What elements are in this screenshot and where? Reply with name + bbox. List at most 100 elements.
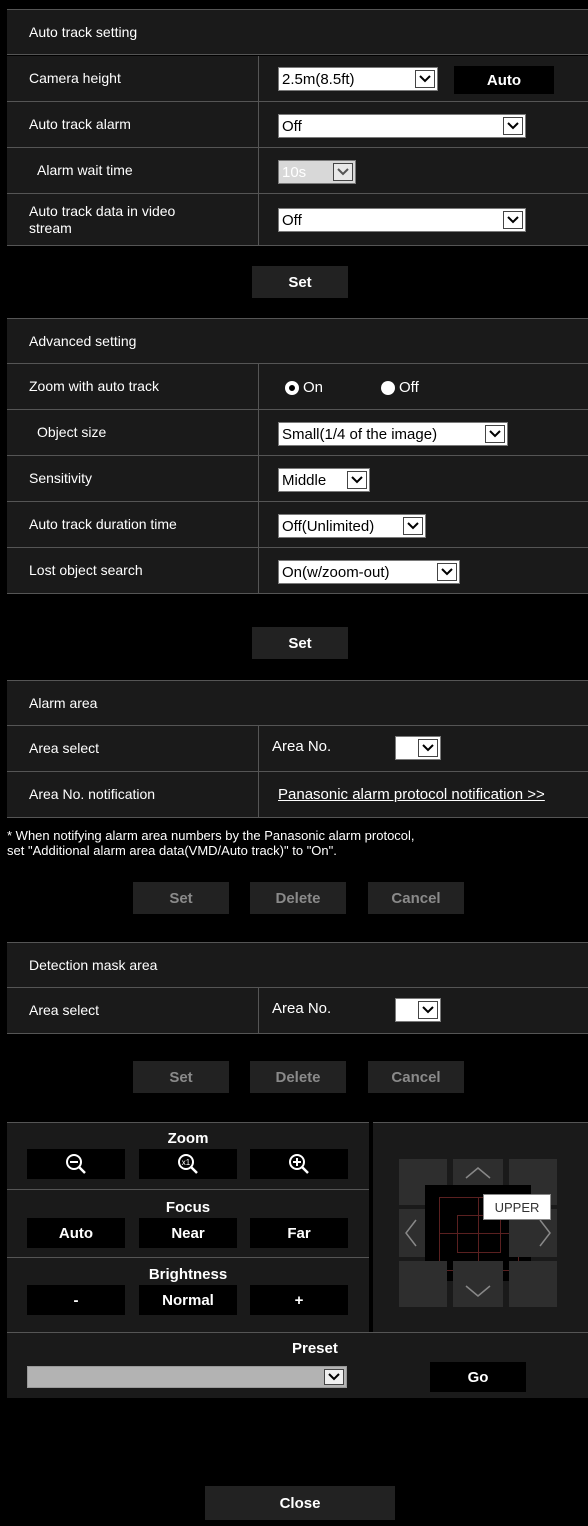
preset-title: Preset [292, 1340, 338, 1357]
alarm-area-set-button[interactable]: Set [133, 882, 229, 914]
advanced-set-band: Set [7, 594, 588, 680]
auto-track-data-label-line1: Auto track data in video [29, 202, 176, 219]
chevron-down-icon [324, 1369, 344, 1385]
chevron-down-icon [415, 70, 435, 88]
alarm-area-section-header: Alarm area [7, 680, 588, 726]
brightness-title: Brightness [148, 1266, 228, 1283]
mask-area-section-title: Detection mask area [29, 957, 158, 973]
lost-object-search-select[interactable]: On(w/zoom-out) [278, 560, 460, 584]
row-divider [258, 988, 259, 1033]
svg-text:x1: x1 [182, 1158, 191, 1167]
alarm-area-delete-button[interactable]: Delete [250, 882, 346, 914]
duration-select[interactable]: Off(Unlimited) [278, 514, 426, 538]
lost-object-search-value: On(w/zoom-out) [282, 563, 390, 581]
alarm-area-no-label: Area No. [272, 738, 332, 755]
auto-track-set-button[interactable]: Set [252, 266, 348, 298]
pad-down[interactable] [453, 1261, 503, 1307]
zoom-in-button[interactable] [250, 1149, 348, 1179]
camera-height-row: Camera height 2.5m(8.5ft) Auto [7, 56, 588, 102]
close-button[interactable]: Close [205, 1486, 395, 1520]
camera-height-value: 2.5m(8.5ft) [282, 70, 355, 88]
auto-track-data-value: Off [282, 211, 302, 229]
area-notification-row: Area No. notification Panasonic alarm pr… [7, 772, 588, 818]
pad-down-left[interactable] [399, 1261, 447, 1307]
alarm-area-note-band: * When notifying alarm area numbers by t… [7, 818, 588, 928]
alarm-area-select-row: Area select Area No. [7, 726, 588, 772]
zoom-with-auto-track-label: Zoom with auto track [29, 378, 159, 394]
camera-height-auto-button[interactable]: Auto [454, 66, 554, 94]
auto-track-alarm-row: Auto track alarm Off [7, 102, 588, 148]
mask-area-delete-button[interactable]: Delete [250, 1061, 346, 1093]
alarm-area-no-select[interactable] [395, 736, 441, 760]
zoom-on-radio[interactable]: On [285, 379, 323, 396]
controls-divider [7, 1257, 369, 1258]
focus-near-button[interactable]: Near [139, 1218, 237, 1248]
row-divider [258, 148, 259, 193]
lost-object-search-label: Lost object search [29, 562, 143, 578]
auto-track-alarm-value: Off [282, 117, 302, 135]
lost-object-search-row: Lost object search On(w/zoom-out) [7, 548, 588, 594]
preset-panel: Preset Go [7, 1332, 588, 1398]
preset-go-button[interactable]: Go [430, 1362, 526, 1392]
controls-divider [7, 1189, 369, 1190]
auto-track-data-label-line2: stream [29, 219, 72, 236]
brightness-normal-button[interactable]: Normal [139, 1285, 237, 1315]
advanced-set-button[interactable]: Set [252, 627, 348, 659]
chevron-down-icon [503, 211, 523, 229]
brightness-minus-button[interactable]: - [27, 1285, 125, 1315]
pan-tilt-panel: UPPER [373, 1122, 588, 1332]
focus-far-button[interactable]: Far [250, 1218, 348, 1248]
object-size-label: Object size [37, 424, 107, 440]
focus-auto-button[interactable]: Auto [27, 1218, 125, 1248]
chevron-down-icon [503, 117, 523, 135]
mask-area-section-header: Detection mask area [7, 942, 588, 988]
chevron-up-icon [465, 1167, 491, 1179]
zoom-out-button[interactable] [27, 1149, 125, 1179]
sensitivity-value: Middle [282, 471, 327, 489]
close-band: Close [7, 1398, 588, 1526]
row-divider [258, 56, 259, 101]
mask-area-cancel-button[interactable]: Cancel [368, 1061, 464, 1093]
alarm-area-cancel-button[interactable]: Cancel [368, 882, 464, 914]
zoom-off-label: Off [399, 379, 419, 396]
duration-row: Auto track duration time Off(Unlimited) [7, 502, 588, 548]
sensitivity-select[interactable]: Middle [278, 468, 370, 492]
preset-select[interactable] [27, 1366, 347, 1388]
zoom-out-icon [66, 1154, 86, 1174]
zoom-off-radio[interactable]: Off [381, 379, 419, 396]
camera-height-select[interactable]: 2.5m(8.5ft) [278, 67, 438, 91]
sensitivity-row: Sensitivity Middle [7, 456, 588, 502]
focus-title: Focus [165, 1199, 211, 1216]
chevron-down-icon [418, 739, 438, 757]
mask-area-set-button[interactable]: Set [133, 1061, 229, 1093]
chevron-down-icon [418, 1001, 438, 1019]
panasonic-protocol-notification-link[interactable]: Panasonic alarm protocol notification >> [278, 786, 545, 803]
row-divider [258, 726, 259, 771]
auto-track-data-label: Auto track data in video stream [29, 194, 175, 245]
duration-label: Auto track duration time [29, 516, 177, 532]
row-divider [258, 772, 259, 817]
row-divider [258, 102, 259, 147]
camera-height-label: Camera height [29, 70, 121, 86]
mask-area-no-select[interactable] [395, 998, 441, 1022]
alarm-wait-time-value: 10s [282, 163, 307, 181]
auto-track-section-title: Auto track setting [29, 24, 138, 40]
auto-track-alarm-select[interactable]: Off [278, 114, 526, 138]
zoom-x1-icon: x1 [178, 1154, 198, 1174]
object-size-select[interactable]: Small(1/4 of the image) [278, 422, 508, 446]
alarm-wait-time-select: 10s [278, 160, 356, 184]
row-divider [258, 548, 259, 593]
alarm-area-note-line1: * When notifying alarm area numbers by t… [7, 828, 415, 843]
auto-track-settings-window: Auto track setting Camera height 2.5m(8.… [7, 0, 588, 1526]
brightness-plus-button[interactable]: + [250, 1285, 348, 1315]
alarm-wait-time-row: Alarm wait time 10s [7, 148, 588, 194]
auto-track-data-select[interactable]: Off [278, 208, 526, 232]
pad-grid-line [439, 1233, 517, 1234]
zoom-in-icon [289, 1154, 309, 1174]
pad-down-right[interactable] [509, 1261, 557, 1307]
zoom-x1-button[interactable]: x1 [139, 1149, 237, 1179]
mask-area-no-label: Area No. [272, 1000, 332, 1017]
auto-track-alarm-label: Auto track alarm [29, 116, 131, 132]
row-divider [258, 194, 259, 245]
pad-grid-inner [457, 1215, 501, 1253]
